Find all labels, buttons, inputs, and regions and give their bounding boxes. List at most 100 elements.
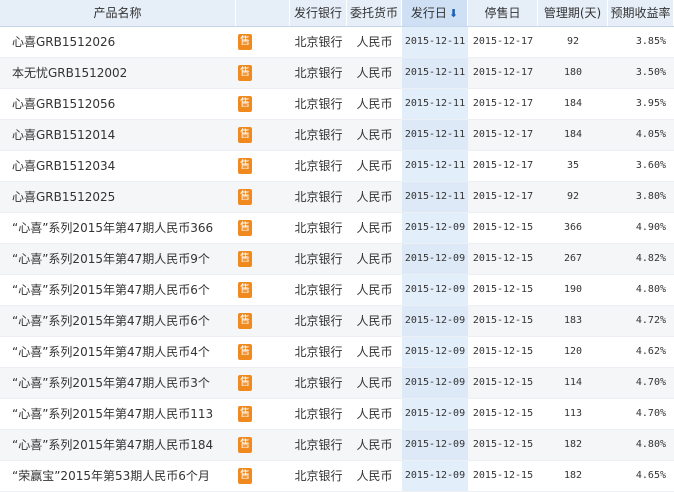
product-name-link[interactable]: 心喜GRB1512056: [0, 89, 236, 119]
term-cell: 92: [566, 36, 580, 47]
yield-cell: 4.80%: [635, 439, 666, 450]
sale-badge-icon[interactable]: 售: [238, 34, 252, 50]
bank-cell: 北京银行: [294, 283, 343, 297]
yield-cell: 4.62%: [635, 346, 666, 357]
table-body: 心喜GRB1512026 售北京银行 人民币 2015-12-11 2015-12-17…: [0, 27, 674, 492]
yield-cell: 3.85%: [635, 36, 666, 47]
header-product-name[interactable]: 产品名称: [0, 0, 236, 26]
header-bank[interactable]: 发行银行: [290, 0, 347, 26]
bank-cell: 北京银行: [294, 376, 343, 390]
issue-date-cell: 2015-12-11: [402, 27, 468, 57]
sale-badge-icon[interactable]: 售: [238, 158, 252, 174]
header-currency[interactable]: 委托货币: [347, 0, 402, 26]
table-row[interactable]: 心喜GRB1512034 售 北京银行 人民币 2015-12-11 2015-12-17…: [0, 151, 674, 182]
sale-badge-cell: 售: [236, 213, 290, 243]
sale-badge-icon[interactable]: 售: [238, 344, 252, 360]
product-name-link[interactable]: “心喜”系列2015年第47期人民币366: [0, 213, 236, 243]
currency-cell: 人民币: [356, 252, 393, 266]
yield-cell: 4.72%: [635, 315, 666, 326]
product-name-link[interactable]: “心喜”系列2015年第47期人民币9个: [0, 244, 236, 274]
stop-date-cell: 2015-12-15: [472, 315, 534, 326]
sale-badge-icon[interactable]: 售: [238, 96, 252, 112]
table-row[interactable]: 心喜GRB1512025 售 北京银行 人民币 2015-12-11 2015-12-17…: [0, 182, 674, 213]
issue-date-cell: 2015-12-09: [402, 430, 468, 460]
header-issue-date[interactable]: 发行日 ⬇: [402, 0, 468, 26]
table-row[interactable]: “心喜”系列2015年第47期人民币366 售 北京银行 人民币 2015-12-09 2…: [0, 213, 674, 244]
currency-cell: 人民币: [356, 438, 393, 452]
currency-cell: 人民币: [356, 345, 393, 359]
yield-cell: 4.82%: [635, 253, 666, 264]
stop-date-cell: 2015-12-17: [472, 129, 534, 140]
product-name-link[interactable]: “荣赢宝”2015年第53期人民币6个月: [0, 461, 236, 491]
product-name-link[interactable]: “心喜”系列2015年第47期人民币3个: [0, 368, 236, 398]
sale-badge-icon[interactable]: 售: [238, 65, 252, 81]
sale-badge-icon[interactable]: 售: [238, 375, 252, 391]
stop-date-cell: 2015-12-15: [472, 439, 534, 450]
yield-cell: 4.70%: [635, 377, 666, 388]
bank-cell: 北京银行: [294, 438, 343, 452]
sale-badge-cell: 售: [236, 337, 290, 367]
term-cell: 366: [563, 222, 583, 233]
stop-date-cell: 2015-12-17: [472, 67, 534, 78]
product-name-link[interactable]: 心喜GRB1512014: [0, 120, 236, 150]
sale-badge-icon[interactable]: 售: [238, 406, 252, 422]
sale-badge-icon[interactable]: 售: [238, 127, 252, 143]
header-stop-date[interactable]: 停售日: [468, 0, 538, 26]
sale-badge-icon[interactable]: 售: [238, 282, 252, 298]
sale-badge-icon[interactable]: 售: [238, 313, 252, 329]
table-row[interactable]: 心喜GRB1512056 售 北京银行 人民币 2015-12-11 2015-12-17…: [0, 89, 674, 120]
currency-cell: 人民币: [356, 159, 393, 173]
issue-date-cell: 2015-12-09: [402, 306, 468, 336]
product-name-link[interactable]: 心喜GRB1512026: [0, 27, 236, 57]
issue-date-cell: 2015-12-09: [402, 275, 468, 305]
stop-date-cell: 2015-12-17: [472, 191, 534, 202]
product-name-link[interactable]: “心喜”系列2015年第47期人民币6个: [0, 306, 236, 336]
product-name-link[interactable]: “心喜”系列2015年第47期人民币184: [0, 430, 236, 460]
bank-cell: 北京银行: [294, 97, 343, 111]
table-row[interactable]: “心喜”系列2015年第47期人民币6个售 北京银行 人民币 2015-12-09 20…: [0, 275, 674, 306]
term-cell: 180: [563, 67, 583, 78]
sale-badge-cell: 售: [236, 58, 290, 88]
product-name-link[interactable]: 本无忧GRB1512002: [0, 58, 236, 88]
issue-date-cell: 2015-12-11: [402, 89, 468, 119]
issue-date-cell: 2015-12-09: [402, 213, 468, 243]
term-cell: 184: [563, 98, 583, 109]
table-row[interactable]: “心喜”系列2015年第47期人民币184 售 北京银行 人民币 2015-12-09 2…: [0, 430, 674, 461]
bank-cell: 北京银行: [294, 221, 343, 235]
sale-badge-icon[interactable]: 售: [238, 251, 252, 267]
sale-badge-icon[interactable]: 售: [238, 437, 252, 453]
table-row[interactable]: 心喜GRB1512026 售 北京银行 人民币 2015-12-11 2015-12-17…: [0, 27, 674, 58]
sale-badge-cell: 售: [236, 89, 290, 119]
header-yield[interactable]: 预期收益率: [608, 0, 674, 26]
product-name-link[interactable]: “心喜”系列2015年第47期人民币113: [0, 399, 236, 429]
sale-badge-icon[interactable]: 售: [238, 468, 252, 484]
stop-date-cell: 2015-12-17: [472, 36, 534, 47]
sale-badge-icon[interactable]: 售: [238, 220, 252, 236]
issue-date-cell: 2015-12-09: [402, 244, 468, 274]
table-row[interactable]: “心喜”系列2015年第47期人民币6个售 北京银行 人民币 2015-12-09 20…: [0, 306, 674, 337]
yield-cell: 3.95%: [635, 98, 666, 109]
table-row[interactable]: “心喜”系列2015年第47期人民币9个售 北京银行 人民币 2015-12-09 20…: [0, 244, 674, 275]
currency-cell: 人民币: [356, 469, 393, 483]
table-row[interactable]: “荣赢宝”2015年第53期人民币6个月售 北京银行 人民币 2015-12-09 20…: [0, 461, 674, 492]
product-name-link[interactable]: 心喜GRB1512025: [0, 182, 236, 212]
stop-date-cell: 2015-12-15: [472, 284, 534, 295]
term-cell: 182: [563, 470, 583, 481]
table-row[interactable]: “心喜”系列2015年第47期人民币3个售 北京银行 人民币 2015-12-09 20…: [0, 368, 674, 399]
sale-badge-icon[interactable]: 售: [238, 189, 252, 205]
table-row[interactable]: “心喜”系列2015年第47期人民币4个售 北京银行 人民币 2015-12-09 20…: [0, 337, 674, 368]
table-row[interactable]: 本无忧GRB1512002 售 北京银行 人民币 2015-12-11 2015-12-1…: [0, 58, 674, 89]
term-cell: 190: [563, 284, 583, 295]
table-row[interactable]: “心喜”系列2015年第47期人民币113 售 北京银行 人民币 2015-12-09 2…: [0, 399, 674, 430]
sale-badge-cell: 售: [236, 275, 290, 305]
table-row[interactable]: 心喜GRB1512014 售 北京银行 人民币 2015-12-11 2015-12-17…: [0, 120, 674, 151]
bank-cell: 北京银行: [294, 128, 343, 142]
product-name-link[interactable]: “心喜”系列2015年第47期人民币4个: [0, 337, 236, 367]
term-cell: 114: [563, 377, 583, 388]
stop-date-cell: 2015-12-15: [472, 470, 534, 481]
term-cell: 113: [563, 408, 583, 419]
issue-date-cell: 2015-12-11: [402, 151, 468, 181]
product-name-link[interactable]: 心喜GRB1512034: [0, 151, 236, 181]
product-name-link[interactable]: “心喜”系列2015年第47期人民币6个: [0, 275, 236, 305]
header-term[interactable]: 管理期(天): [538, 0, 608, 26]
